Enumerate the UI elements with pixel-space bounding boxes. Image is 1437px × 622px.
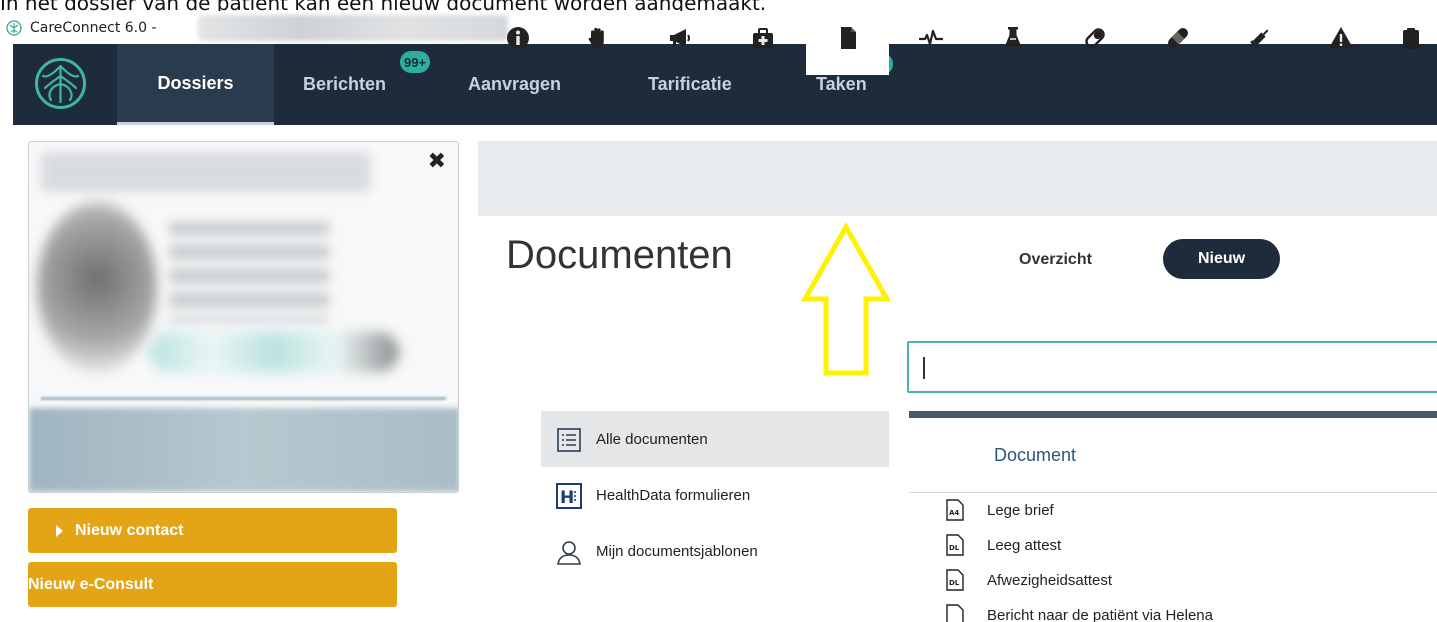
info-icon[interactable] — [490, 0, 546, 75]
user-icon — [557, 541, 581, 565]
bandage-icon[interactable] — [1150, 0, 1206, 75]
flask-icon[interactable] — [985, 0, 1041, 75]
clipboard-icon[interactable] — [1392, 0, 1437, 75]
document-a4-icon: A4 — [946, 499, 964, 521]
table-row[interactable]: A4 Lege brief — [909, 493, 1437, 528]
medkit-icon[interactable] — [735, 0, 791, 75]
svg-text:H: H — [560, 488, 574, 508]
heartbeat-icon[interactable] — [903, 0, 959, 75]
syringe-icon[interactable] — [1232, 0, 1288, 75]
document-dl-icon: DL — [946, 569, 964, 591]
svg-text:A4: A4 — [949, 509, 959, 517]
column-header-document[interactable]: Document — [909, 418, 1437, 493]
pill-icon[interactable] — [1067, 0, 1123, 75]
berichten-badge: 99+ — [400, 51, 431, 73]
megaphone-icon[interactable] — [652, 0, 708, 75]
table-accent-bar — [909, 411, 1437, 418]
close-icon[interactable]: ✖ — [428, 148, 446, 174]
section-icon-bar — [478, 141, 1437, 216]
category-alle-documenten[interactable]: Alle documenten — [541, 411, 889, 467]
new-econsult-button[interactable]: Nieuw e-Consult — [28, 562, 397, 607]
nav-berichten[interactable]: Berichten — [303, 44, 386, 125]
document-icon — [946, 604, 964, 622]
category-healthdata-formulieren[interactable]: H HealthData formulieren — [541, 467, 889, 523]
tab-nieuw[interactable]: Nieuw — [1163, 239, 1280, 279]
nav-dossiers[interactable]: Dossiers — [117, 44, 274, 125]
hand-icon[interactable] — [570, 0, 626, 75]
careconnect-logo-icon[interactable] — [33, 56, 88, 111]
svg-text:DL: DL — [949, 579, 960, 587]
document-search-input[interactable] — [907, 341, 1437, 393]
app-logo-icon — [6, 19, 22, 36]
redacted-patient-photo — [37, 202, 157, 372]
svg-text:DL: DL — [949, 544, 960, 552]
document-table: Document A4 Lege brief DL Leeg attest DL… — [909, 411, 1437, 622]
table-row[interactable]: DL Leeg attest — [909, 528, 1437, 563]
caret-right-icon — [56, 524, 63, 537]
list-icon — [557, 428, 581, 452]
table-row[interactable]: Bericht naar de patiënt via Helena — [909, 598, 1437, 622]
redacted-patient-tags — [149, 332, 399, 372]
top-navigation: Dossiers Berichten 99+ Aanvragen Tarific… — [13, 44, 1437, 125]
page-title: Documenten — [506, 233, 733, 277]
document-icon[interactable] — [806, 0, 889, 75]
table-row[interactable]: DL Afwezigheidsattest — [909, 563, 1437, 598]
tab-overzicht[interactable]: Overzicht — [1019, 251, 1092, 269]
window-titlebar: CareConnect 6.0 - — [0, 11, 1437, 44]
divider — [41, 397, 446, 400]
highlight-arrow-icon — [800, 222, 892, 376]
window-title: CareConnect 6.0 - — [30, 19, 157, 36]
new-contact-button[interactable]: Nieuw contact — [28, 508, 397, 553]
healthdata-icon: H — [556, 483, 582, 509]
patient-summary-panel: ✖ — [28, 141, 459, 493]
warning-icon[interactable] — [1313, 0, 1369, 75]
document-dl-icon: DL — [946, 534, 964, 556]
redacted-patient-details — [169, 222, 329, 322]
category-mijn-documentsjablonen[interactable]: Mijn documentsjablonen — [541, 523, 889, 579]
redacted-patient-info — [29, 408, 458, 492]
redacted-patient-name — [41, 152, 371, 192]
document-category-list: Alle documenten H HealthData formulieren… — [541, 411, 889, 579]
redacted-title — [198, 15, 508, 41]
text-cursor — [923, 357, 925, 379]
